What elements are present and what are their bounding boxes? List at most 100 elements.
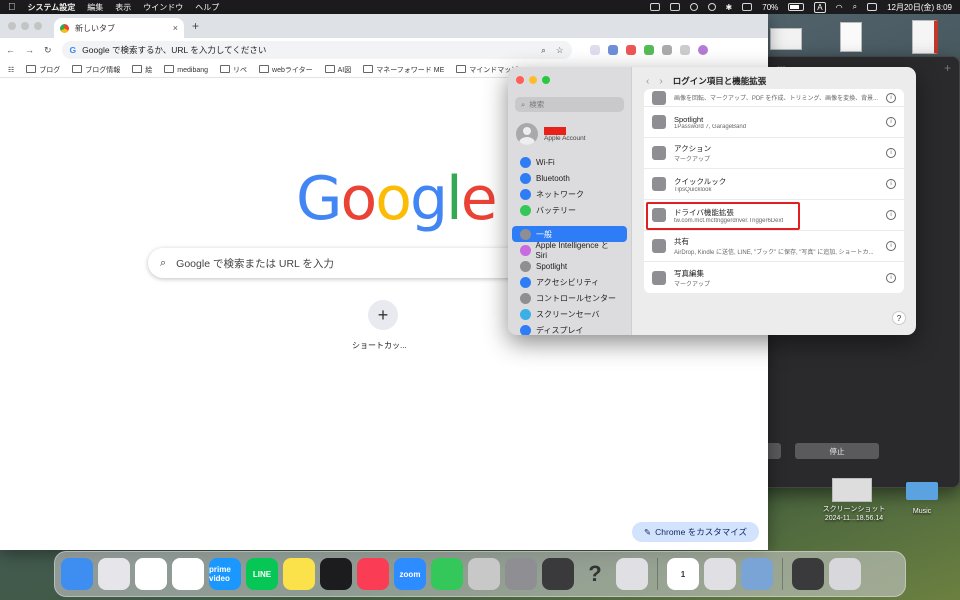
reload-icon[interactable]: ↻ <box>44 45 52 56</box>
chrome-icon[interactable] <box>135 558 167 590</box>
omnibox[interactable]: G Google で検索するか、URL を入力してください ⌕ ☆ <box>61 41 572 59</box>
list-item[interactable]: クイックルック TipsQuicklook i <box>644 169 904 200</box>
bookmark-folder[interactable]: 絵 <box>132 65 152 75</box>
zoom-window-button[interactable] <box>542 76 550 84</box>
desktop-music-folder[interactable] <box>906 482 938 500</box>
tab-new-tab[interactable]: 新しいタブ × <box>54 18 184 38</box>
info-icon[interactable]: i <box>886 272 896 283</box>
tab-close-icon[interactable]: × <box>173 23 178 33</box>
1password-icon[interactable]: 1 <box>667 558 699 590</box>
info-icon[interactable]: i <box>886 148 896 158</box>
list-item[interactable]: Spotlight 1Password 7, GarageBand i <box>644 107 904 138</box>
trash-icon[interactable] <box>829 558 861 590</box>
sidebar-item[interactable]: Apple Intelligence と Siri <box>512 241 627 260</box>
close-window-button[interactable] <box>516 76 524 84</box>
info-icon[interactable]: i <box>886 179 896 189</box>
finder-icon[interactable] <box>61 558 93 590</box>
spotlight-menu-icon[interactable]: ⌕ <box>853 2 857 12</box>
forward-chevron-icon[interactable]: › <box>659 76 662 87</box>
downloads-stack-icon[interactable] <box>792 558 824 590</box>
bookmark-star-icon[interactable]: ☆ <box>556 45 564 56</box>
sidebar-item[interactable]: バッテリー <box>512 202 627 218</box>
bookmark-folder[interactable]: リペ <box>220 65 247 75</box>
extension-icon-5[interactable] <box>661 45 672 55</box>
add-icon[interactable]: + <box>944 61 951 75</box>
bookmark-link[interactable]: マネーフォワード ME <box>363 65 444 75</box>
sidebar-item[interactable]: Wi-Fi <box>512 154 627 170</box>
prime-video-icon[interactable]: prime video <box>209 558 241 590</box>
control-center-menu-icon[interactable] <box>867 3 878 11</box>
settings-search-field[interactable]: ⌕ 検索 <box>515 97 624 112</box>
battery-icon[interactable] <box>788 3 805 11</box>
sidebar-item[interactable]: Spotlight <box>512 258 627 274</box>
stop-button[interactable]: 停止 <box>795 443 879 459</box>
help-button[interactable]: ? <box>892 311 906 325</box>
bookmark-folder[interactable]: medibang <box>164 65 208 74</box>
clock-icon[interactable] <box>320 558 352 590</box>
help-app-icon[interactable]: ? <box>579 558 611 590</box>
extensions-puzzle-icon[interactable] <box>679 45 690 55</box>
list-item[interactable]: 写真編集 マークアップ i <box>644 262 904 293</box>
info-icon[interactable]: i <box>886 241 896 251</box>
zoom-icon[interactable]: zoom <box>394 558 426 590</box>
zoom-window-button[interactable] <box>34 22 42 30</box>
desktop-file-pdf[interactable] <box>912 20 938 54</box>
extension-icon-2[interactable] <box>607 45 618 55</box>
bookmark-folder[interactable]: ブログ情報 <box>72 65 120 75</box>
apple-menu-icon[interactable]:  <box>8 2 16 13</box>
bookmark-folder[interactable]: webライター <box>259 65 313 75</box>
zoom-lens-icon[interactable]: ⌕ <box>541 45 546 56</box>
menu-window[interactable]: ウインドウ <box>143 2 183 13</box>
input-method-icon[interactable]: A <box>814 1 826 13</box>
add-shortcut-button[interactable]: + <box>368 300 398 330</box>
clipboard-icon[interactable] <box>669 3 680 11</box>
back-icon[interactable]: ← <box>6 45 15 55</box>
sidebar-item[interactable]: Bluetooth <box>512 170 627 186</box>
menu-edit[interactable]: 編集 <box>87 2 103 13</box>
system-settings-icon[interactable] <box>505 558 537 590</box>
bookmark-folder[interactable]: ブログ <box>26 65 60 75</box>
photos-icon[interactable] <box>172 558 204 590</box>
extension-icon-4[interactable] <box>643 45 654 55</box>
display-app-icon[interactable] <box>704 558 736 590</box>
launchpad-icon[interactable] <box>98 558 130 590</box>
list-item[interactable]: 画像を回転、マークアップ、PDF を作成、トリミング、画像を変換、背景... i <box>644 89 904 107</box>
notes-icon[interactable] <box>283 558 315 590</box>
extension-icon-1[interactable] <box>589 45 600 55</box>
desktop-screenshot-file[interactable] <box>832 478 872 502</box>
forward-icon[interactable]: → <box>25 45 34 55</box>
line-icon[interactable]: LINE <box>246 558 278 590</box>
status-circle-icon[interactable] <box>689 3 698 11</box>
sidebar-item[interactable]: ネットワーク <box>512 186 627 202</box>
screen-mirroring-icon[interactable] <box>649 3 660 11</box>
apps-grid-icon[interactable]: ☷ <box>8 66 14 74</box>
desktop-thumbnail-top-1[interactable] <box>770 28 802 50</box>
list-item[interactable]: 共有 AirDrop, Kindle に送信, LINE, "ブック" に保存, … <box>644 231 904 262</box>
iphone-mirroring-icon[interactable] <box>616 558 648 590</box>
new-tab-button[interactable]: + <box>192 19 199 33</box>
info-icon[interactable]: i <box>886 92 896 103</box>
bluetooth-menu-icon[interactable]: ✱ <box>726 3 733 12</box>
minimize-window-button[interactable] <box>21 22 29 30</box>
info-icon[interactable]: i <box>886 210 896 220</box>
dropbox-icon[interactable] <box>707 3 716 11</box>
close-window-button[interactable] <box>8 22 16 30</box>
profile-avatar-icon[interactable] <box>697 45 708 55</box>
minimize-window-button[interactable] <box>529 76 537 84</box>
list-item[interactable]: アクション マークアップ i <box>644 138 904 169</box>
menu-app-name[interactable]: システム設定 <box>28 2 76 13</box>
customize-chrome-button[interactable]: ✎ Chrome をカスタマイズ <box>632 522 759 542</box>
menu-clock[interactable]: 12月20日(金) 8:09 <box>887 2 952 13</box>
desktop-file-document[interactable] <box>840 22 862 52</box>
sidebar-item[interactable]: ディスプレイ <box>512 322 627 335</box>
menu-view[interactable]: 表示 <box>115 2 131 13</box>
wifi-menu-icon[interactable]: ◠ <box>836 3 843 12</box>
bookmark-folder[interactable]: AI図 <box>325 65 352 75</box>
sidebar-item[interactable]: スクリーンセーバ <box>512 306 627 322</box>
music-icon[interactable] <box>357 558 389 590</box>
cast-icon[interactable] <box>742 3 753 11</box>
apple-account-item[interactable]: Apple Account <box>508 120 631 148</box>
info-icon[interactable]: i <box>886 117 896 127</box>
menu-help[interactable]: ヘルプ <box>195 2 219 13</box>
calculator-icon[interactable] <box>542 558 574 590</box>
